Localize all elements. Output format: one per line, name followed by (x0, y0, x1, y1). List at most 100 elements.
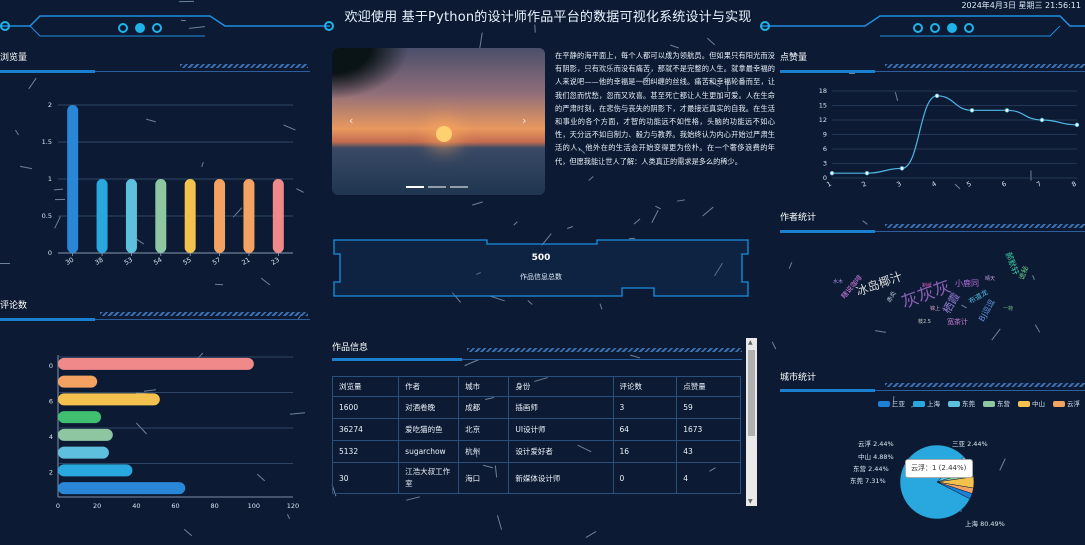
background-streak (670, 44, 679, 49)
background-streak (655, 205, 661, 210)
legend-item[interactable]: 东莞 (948, 398, 975, 408)
legend-item[interactable]: 三亚 (878, 398, 905, 408)
ornament-dot (152, 23, 162, 33)
panel-title: 作品信息 (332, 343, 369, 353)
table-cell: 1600 (331, 396, 400, 419)
legend-item[interactable]: 东营 (983, 398, 1010, 408)
table-cell: 3 (612, 396, 678, 419)
background-streak (567, 226, 573, 229)
table-cell: 江浩大叔工作室 (398, 462, 460, 494)
background-streak (676, 199, 686, 202)
legend-swatch (1053, 401, 1065, 407)
image-carousel[interactable]: ‹ › (332, 48, 545, 195)
works-count-label: 作品信息总数 (520, 273, 562, 281)
background-streak (527, 300, 533, 305)
carousel-indicator[interactable] (450, 186, 468, 188)
ornament-dot (0, 21, 10, 31)
background-streak (178, 0, 195, 3)
carousel-prev-button[interactable]: ‹ (349, 114, 353, 127)
table-cell: 北京 (458, 418, 510, 441)
x-tick-label: 2 (860, 180, 868, 189)
background-streak (183, 528, 193, 537)
word-cloud-item: 制纸 (922, 283, 933, 289)
header-line (462, 359, 742, 360)
y-tick-label: 6 (49, 397, 53, 405)
intro-paragraph: 在平静的海平面上，每个人都可以成为领航员。但如果只有阳光而没有阴影，只有欢乐而没… (555, 51, 775, 166)
pie-label: 三亚 2.44% (952, 440, 988, 448)
column-header[interactable]: 点赞量 (676, 376, 741, 397)
scroll-down-icon[interactable]: ▼ (748, 498, 753, 505)
legend-item[interactable]: 上海 (913, 398, 940, 408)
table-row[interactable]: 1600 对酒卷晚 成都 插画师 3 59 (331, 396, 741, 419)
views-panel-header: 浏览量 (0, 50, 310, 75)
header-bar (0, 70, 95, 73)
x-tick-label: 55 (182, 256, 193, 267)
table-row[interactable]: 30 江浩大叔工作室 海口 新媒体设计师 0 4 (331, 462, 741, 494)
header-line (95, 71, 310, 72)
legend-label: 中山 (1032, 400, 1045, 408)
carousel-indicator[interactable] (406, 186, 424, 188)
background-streak (260, 277, 271, 286)
y-tick-label: 3 (823, 160, 827, 168)
legend-item[interactable]: 云浮 (1053, 398, 1080, 408)
header-hatch (885, 383, 1085, 387)
ornament-dot (913, 23, 923, 33)
panel-title: 点赞量 (780, 53, 808, 63)
column-header[interactable]: 身份 (508, 376, 614, 397)
header-hatch (885, 64, 1085, 68)
works-panel-header: 作品信息 (332, 340, 742, 365)
panel-title: 浏览量 (0, 53, 28, 63)
y-tick-label: 12 (819, 116, 827, 124)
header-line (875, 231, 1085, 232)
y-tick-label: 9 (823, 131, 827, 139)
x-tick-label: 20 (93, 502, 101, 510)
comments-bar-chart: 06420 20 40 60 80 100 120 (49, 355, 299, 510)
table-cell: sugarchow (398, 440, 460, 463)
y-tick-label: 18 (819, 87, 827, 95)
column-header[interactable]: 城市 (458, 376, 510, 397)
table-scrollbar[interactable]: ▲ ▼ (746, 338, 757, 506)
word-cloud-item: 赤炎 (885, 290, 898, 304)
y-tick-label: 2 (49, 468, 53, 476)
pie-label: 上海 80.49% (965, 520, 1005, 528)
ornament-dot (324, 21, 334, 31)
bar (58, 482, 186, 495)
legend-item[interactable]: 中山 (1018, 398, 1045, 408)
background-streak (788, 262, 793, 269)
carousel-next-button[interactable]: › (522, 114, 526, 127)
background-streak (771, 341, 777, 350)
panel-title: 城市统计 (780, 373, 817, 383)
pie-tooltip: 云浮：1 (2.44%) (905, 459, 973, 478)
table-cell: 爱吃猫的鱼 (398, 418, 460, 441)
table-cell: 30 (331, 462, 400, 494)
data-point (899, 166, 905, 171)
column-header[interactable]: 作者 (398, 376, 460, 397)
table-cell: 4 (676, 462, 741, 494)
table-row[interactable]: 36274 爱吃猫的鱼 北京 UI设计师 64 1673 (331, 418, 741, 441)
city-pie-chart (899, 444, 975, 520)
legend-label: 三亚 (892, 400, 905, 408)
legend-label: 上海 (927, 400, 940, 408)
x-tick-label: 21 (240, 256, 251, 267)
background-streak (702, 206, 714, 217)
scroll-up-icon[interactable]: ▲ (748, 339, 753, 346)
table-cell: 插画师 (508, 396, 614, 419)
works-table: 浏览量 作者 城市 身份 评论数 点赞量 1600 对酒卷晚 成都 插画师 3 … (331, 376, 741, 494)
table-row[interactable]: 5132 sugarchow 杭州 设计爱好者 16 43 (331, 440, 741, 463)
y-tick-label: 6 (823, 145, 827, 153)
carousel-indicator[interactable] (428, 186, 446, 188)
page-title: 欢迎使用 基于Python的设计师作品平台的数据可视化系统设计与实现 (344, 10, 752, 25)
background-streak (20, 165, 32, 170)
header-bar (0, 318, 95, 321)
ornament-dot (118, 23, 128, 33)
column-header[interactable]: 评论数 (612, 376, 678, 397)
background-streak (706, 37, 716, 46)
column-header[interactable]: 浏览量 (331, 376, 400, 397)
scrollbar-thumb[interactable] (748, 350, 755, 436)
x-tick-label: 4 (930, 180, 938, 189)
panel-title: 评论数 (0, 301, 28, 311)
authors-panel-header: 作者统计 (780, 210, 1085, 235)
y-tick-label: 0.5 (42, 212, 52, 220)
word-cloud-item: 小鹿同 (955, 279, 979, 288)
table-cell: 新媒体设计师 (508, 462, 614, 494)
